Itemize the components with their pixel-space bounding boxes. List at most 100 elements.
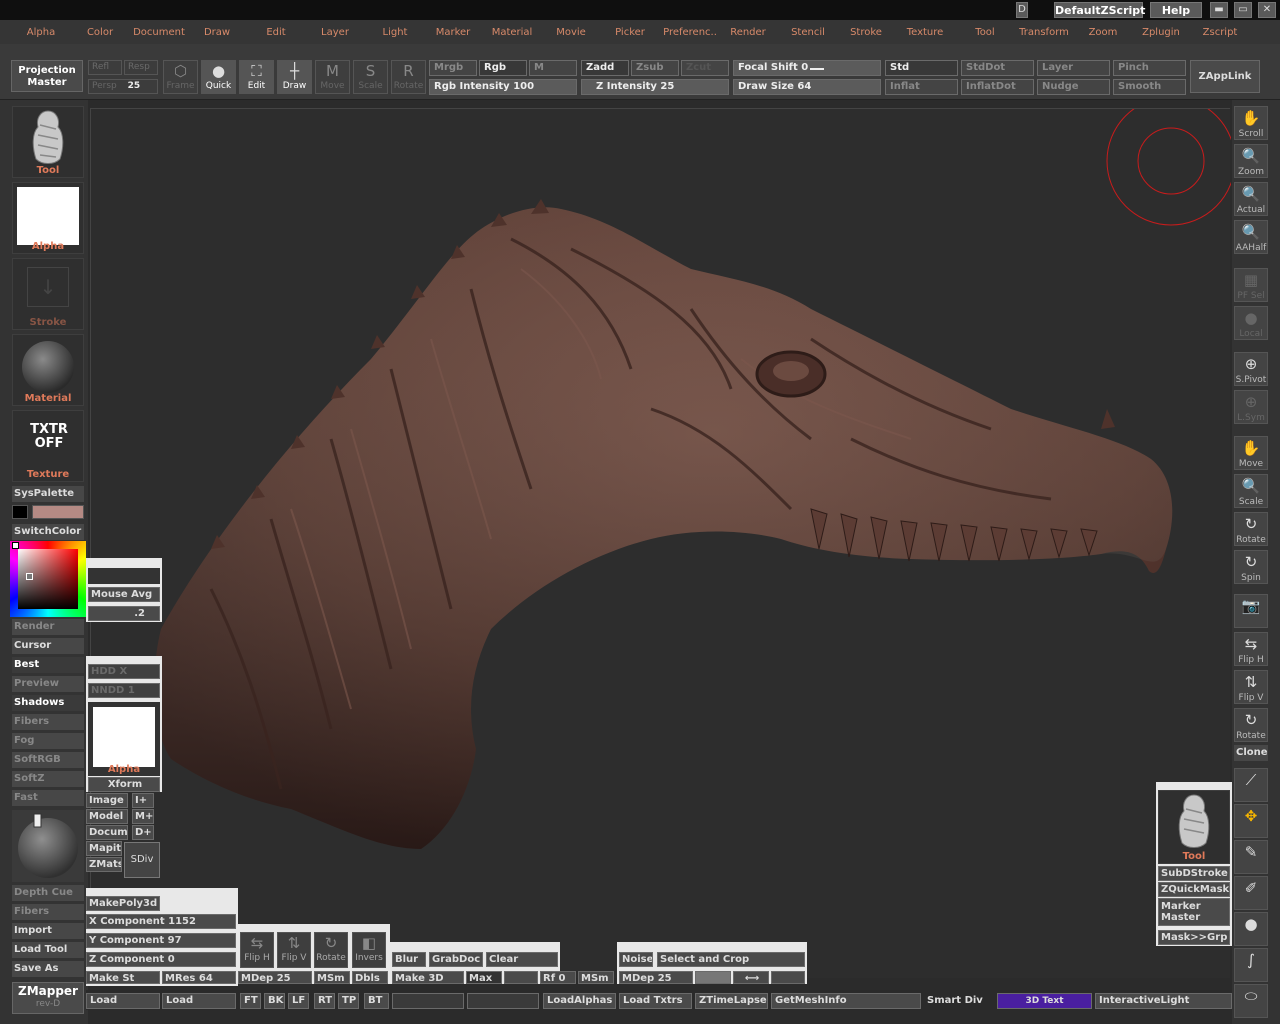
right-btn-scroll[interactable]: ✋ Scroll — [1234, 106, 1268, 140]
left-btn-fibers[interactable]: Fibers — [12, 904, 84, 920]
menu-stroke[interactable]: Stroke — [850, 27, 882, 38]
rgb-button[interactable]: Rgb — [479, 60, 527, 76]
menu-alpha[interactable]: Alpha — [27, 27, 55, 38]
right-lower-rotate[interactable]: ↻ Rotate — [1234, 708, 1268, 742]
projection-master-button[interactable]: Projection Master — [11, 60, 83, 92]
close-icon[interactable]: ✕ — [1258, 2, 1276, 18]
render-btn-fast[interactable]: Fast — [12, 790, 84, 806]
loadalphas-button[interactable]: LoadAlphas — [543, 993, 616, 1009]
material-selector[interactable]: Material — [12, 334, 84, 406]
msm2-slider[interactable]: MSm — [578, 971, 614, 984]
load-button-1[interactable]: Load — [86, 993, 160, 1009]
primary-color-swatch[interactable] — [12, 505, 28, 519]
right-btn-move[interactable]: ✋ Move — [1234, 436, 1268, 470]
brush-tool-3[interactable]: ✐ — [1234, 876, 1268, 910]
float-rotate-button[interactable]: ↻ Rotate — [314, 932, 348, 968]
stroke-selector[interactable]: ↓ Stroke — [12, 258, 84, 330]
brush-smooth[interactable]: Smooth — [1113, 79, 1186, 95]
render-btn-render[interactable]: Render — [12, 619, 84, 635]
blank-button-2[interactable] — [467, 993, 539, 1009]
tool-selector[interactable]: Tool — [12, 106, 84, 178]
brush-inflatdot[interactable]: InflatDot — [961, 79, 1034, 95]
mres-slider[interactable]: MRes 64 — [162, 971, 236, 984]
zadd-button[interactable]: Zadd — [581, 60, 629, 76]
switchcolor-button[interactable]: SwitchColor — [12, 524, 84, 540]
left-btn-save-as[interactable]: Save As — [12, 961, 84, 977]
scale-button[interactable]: S Scale — [353, 60, 388, 94]
max-toggle[interactable] — [504, 971, 538, 984]
m-plus-button[interactable]: M+ — [132, 809, 154, 824]
zsub-button[interactable]: Zsub — [631, 60, 679, 76]
smart-div-button[interactable]: Smart Div — [923, 993, 995, 1009]
x-component-slider[interactable]: X Component 1152 — [86, 914, 236, 929]
navigation-sphere[interactable] — [12, 810, 84, 882]
menu-preferenc[interactable]: Preferenc.. — [663, 27, 717, 38]
xform-button[interactable]: Xform — [88, 777, 160, 792]
menu-movie[interactable]: Movie — [556, 27, 586, 38]
menu-texture[interactable]: Texture — [907, 27, 944, 38]
ft-button[interactable]: FT — [240, 993, 261, 1009]
load-txtrs-button[interactable]: Load Txtrs — [619, 993, 692, 1009]
rf-slider[interactable]: Rf 0 — [540, 971, 576, 984]
minimize-icon[interactable]: ▬ — [1210, 2, 1228, 18]
right-lower-flip-h[interactable]: ⇆ Flip H — [1234, 632, 1268, 666]
right-btn-actual[interactable]: 🔍 Actual — [1234, 182, 1268, 216]
z-intensity-slider[interactable]: Z Intensity 25 — [581, 79, 729, 95]
zmapper-button[interactable]: ZMapper rev-D — [12, 982, 84, 1014]
render-btn-best[interactable]: Best — [12, 657, 84, 673]
brush-nudge[interactable]: Nudge — [1037, 79, 1110, 95]
zquickmask-button[interactable]: ZQuickMask — [1158, 882, 1230, 897]
resp-button[interactable]: Resp — [124, 60, 158, 75]
lf-button[interactable]: LF — [288, 993, 309, 1009]
rt-button[interactable]: RT — [314, 993, 335, 1009]
float-alpha-selector[interactable]: Alpha — [88, 702, 160, 776]
noise-button[interactable]: Noise — [619, 952, 653, 967]
right-btn-pf-sel[interactable]: ▦ PF Sel — [1234, 268, 1268, 302]
rotate-button[interactable]: R Rotate — [391, 60, 426, 94]
corner-button[interactable] — [771, 971, 805, 984]
menu-edit[interactable]: Edit — [266, 27, 285, 38]
maximize-icon[interactable]: ▭ — [1234, 2, 1252, 18]
load-button-2[interactable]: Load — [162, 993, 236, 1009]
menu-render[interactable]: Render — [730, 27, 766, 38]
menu-color[interactable]: Color — [87, 27, 113, 38]
draw-button[interactable]: ┼ Draw — [277, 60, 312, 94]
rgb-intensity-slider[interactable]: Rgb Intensity 100 — [429, 79, 577, 95]
texture-selector[interactable]: TXTR OFF Texture — [12, 410, 84, 482]
color-preview[interactable] — [695, 971, 731, 984]
menu-material[interactable]: Material — [492, 27, 533, 38]
menu-zplugin[interactable]: Zplugin — [1142, 27, 1180, 38]
right-btn-local[interactable]: ● Local — [1234, 306, 1268, 340]
m-button[interactable]: M — [529, 60, 577, 76]
draw-size-slider[interactable]: Draw Size 64 — [733, 79, 881, 95]
lazy-slider[interactable]: .2 — [88, 606, 160, 621]
zcut-button[interactable]: Zcut — [681, 60, 729, 76]
quick-button[interactable]: ● Quick — [201, 60, 236, 94]
msm-slider[interactable]: MSm — [314, 971, 350, 984]
edit-button[interactable]: ⛶ Edit — [239, 60, 274, 94]
right-btn-zoom[interactable]: 🔍 Zoom — [1234, 144, 1268, 178]
menu-tool[interactable]: Tool — [975, 27, 994, 38]
right-tool-selector[interactable]: Tool — [1158, 790, 1230, 864]
right-btn-spin[interactable]: ↻ Spin — [1234, 550, 1268, 584]
d-plus-button[interactable]: D+ — [132, 825, 154, 840]
brush-pinch[interactable]: Pinch — [1113, 60, 1186, 76]
blur-button[interactable]: Blur — [392, 952, 426, 967]
menu-layer[interactable]: Layer — [321, 27, 349, 38]
color-picker[interactable] — [10, 541, 86, 617]
left-btn-depth-cue[interactable]: Depth Cue — [12, 885, 84, 901]
menu-light[interactable]: Light — [383, 27, 408, 38]
brush-layer[interactable]: Layer — [1037, 60, 1110, 76]
makepoly3d-button[interactable]: MakePoly3d — [86, 896, 160, 911]
model-button[interactable]: Model — [86, 809, 128, 824]
left-btn-load-tool[interactable]: Load Tool — [12, 942, 84, 958]
text-3d-button[interactable]: 3D Text — [997, 993, 1092, 1009]
tp-button[interactable]: TP — [338, 993, 359, 1009]
select-and-crop-button[interactable]: Select and Crop — [657, 952, 805, 967]
refl-button[interactable]: Refl — [88, 60, 122, 75]
focal-shift-slider[interactable]: Focal Shift 0 — [733, 60, 881, 76]
make-3d-button[interactable]: Make 3D — [392, 971, 464, 984]
mrgb-button[interactable]: Mrgb — [429, 60, 477, 76]
right-btn-scale[interactable]: 🔍 Scale — [1234, 474, 1268, 508]
bt-button[interactable]: BT — [364, 993, 389, 1009]
